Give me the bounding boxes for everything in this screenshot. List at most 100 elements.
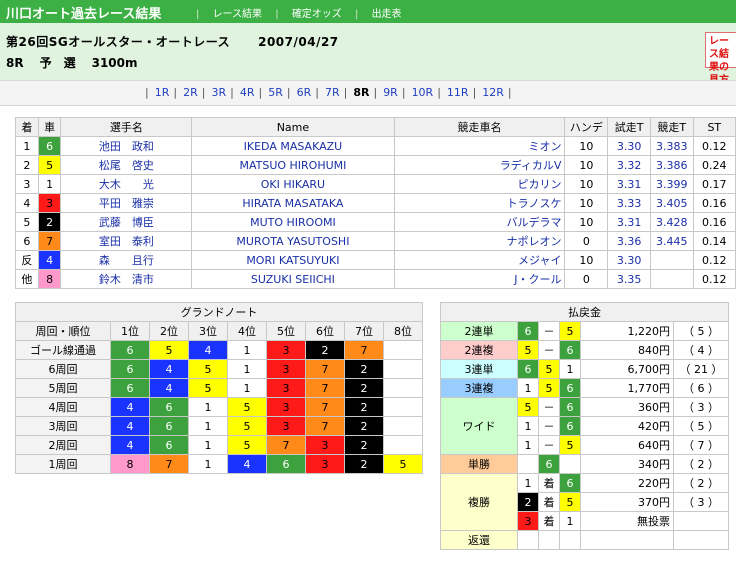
- race-nav-item-10r[interactable]: 10R: [412, 86, 434, 99]
- race-nav-item-5r[interactable]: 5R: [268, 86, 283, 99]
- results-table: 着 車 選手名 Name 競走車名 ハンデ 試走T 競走T ST 1 6 池田 政和…: [15, 117, 736, 289]
- lap-position-car: 3: [266, 359, 306, 379]
- payout-combination: －: [538, 435, 560, 455]
- result-trial-time: 3.35: [607, 269, 651, 289]
- result-car: 3: [37, 193, 62, 213]
- lap-position-car: 5: [149, 340, 189, 360]
- result-trial-time: 3.31: [607, 174, 651, 194]
- result-rider-roman: MUTO HIROOMI: [191, 212, 395, 232]
- payout-combination: 6: [559, 340, 581, 360]
- result-row: 3 1 大木 光 OKI HIKARU ピカリン 10 3.31 3.399 0.17: [15, 174, 736, 194]
- result-trial-time: 3.30: [607, 250, 651, 270]
- result-race-time: 3.445: [649, 231, 694, 251]
- race-nav-item-3r[interactable]: 3R: [211, 86, 226, 99]
- race-nav: | 1R | 2R | 3R | 4R | 5R | 6R | 7R | 8R | 9R | 10R | 11R | 12R |: [0, 80, 736, 106]
- payout-popularity: （ 3 ）: [673, 397, 729, 417]
- col-position-5: 5位: [266, 321, 306, 341]
- payout-amount: 6,700円: [580, 359, 674, 379]
- lap-position-car: 4: [110, 397, 150, 417]
- lap-position-car: 5: [227, 435, 267, 455]
- race-nav-separator: |: [343, 86, 348, 99]
- nav-separator: |: [275, 9, 279, 20]
- col-position-8: 8位: [383, 321, 423, 341]
- col-racetime: 競走T: [649, 117, 694, 137]
- result-car: 6: [37, 136, 62, 156]
- lap-position-car: 7: [305, 378, 345, 398]
- race-nav-item-12r[interactable]: 12R: [482, 86, 504, 99]
- race-nav-items: | 1R | 2R | 3R | 4R | 5R | 6R | 7R | 8R | 9R | 10R | 11R | 12R |: [145, 86, 518, 99]
- lap-position-car: 1: [188, 435, 228, 455]
- result-trial-time: 3.31: [607, 212, 651, 232]
- grand-note-table: グランドノート 周回・順位 1位 2位 3位 4位 5位 6位 7位 8位 ゴール線通過 6 5 4 1…: [15, 302, 423, 474]
- lap-position-car: 4: [149, 359, 189, 379]
- lap-position-car: 8: [110, 454, 150, 474]
- result-rider-roman: MORI KATSUYUKI: [191, 250, 395, 270]
- bet-type: 複勝: [440, 473, 518, 531]
- result-trial-time: 3.36: [607, 231, 651, 251]
- lap-position-car: 6: [149, 435, 189, 455]
- result-trial-time: 3.30: [607, 136, 651, 156]
- lap-position-car: 7: [149, 454, 189, 474]
- payout-row: 3連単 6 5 1 6,700円（ 21 ）: [440, 359, 729, 379]
- payout-combination: 5: [517, 397, 539, 417]
- result-race-time: 3.383: [649, 136, 694, 156]
- payout-popularity: （ 2 ）: [673, 473, 729, 493]
- col-position-3: 3位: [188, 321, 228, 341]
- result-handicap: 10: [564, 250, 609, 270]
- payout-combination: 6: [559, 473, 581, 493]
- lap-position-car: 1: [227, 359, 267, 379]
- result-rider-roman: SUZUKI SEIICHI: [191, 269, 395, 289]
- nav-separator: |: [196, 9, 200, 20]
- race-nav-separator: |: [258, 86, 263, 99]
- lap-position-car: 5: [227, 416, 267, 436]
- nav-confirmed-odds[interactable]: 確定オッズ: [292, 9, 342, 20]
- race-nav-item-9r[interactable]: 9R: [383, 86, 398, 99]
- result-race-time: [649, 269, 694, 289]
- race-nav-item-6r[interactable]: 6R: [297, 86, 312, 99]
- race-nav-item-11r[interactable]: 11R: [447, 86, 469, 99]
- result-race-time: 3.405: [649, 193, 694, 213]
- result-rider-roman: OKI HIKARU: [191, 174, 395, 194]
- lap-label: ゴール線通過: [15, 340, 111, 360]
- payout-combination: 6: [517, 321, 539, 341]
- payout-combination: 5: [538, 359, 560, 379]
- payout-amount: 420円: [580, 416, 674, 436]
- payout-combination: [538, 530, 560, 550]
- payout-amount: 640円: [580, 435, 674, 455]
- grand-note-title: グランドノート: [15, 302, 423, 322]
- result-rider-name: 森 且行: [60, 250, 193, 270]
- nav-race-result[interactable]: レース結果: [213, 9, 263, 20]
- result-start-time: 0.12: [692, 269, 736, 289]
- lap-position-car: 2: [344, 397, 384, 417]
- payout-amount: 370円: [580, 492, 674, 512]
- lap-position-car: 4: [149, 378, 189, 398]
- bet-type: ワイド: [440, 397, 518, 455]
- bet-type: 返還: [440, 530, 518, 550]
- col-lap: 周回・順位: [15, 321, 111, 341]
- lap-position-car: [383, 397, 423, 417]
- nav-entry-list[interactable]: 出走表: [372, 9, 402, 20]
- top-nav: | レース結果 | 確定オッズ | 出走表: [196, 5, 412, 20]
- race-nav-item-7r[interactable]: 7R: [325, 86, 340, 99]
- result-handicap: 10: [564, 155, 609, 175]
- col-machine: 競走車名: [393, 117, 566, 137]
- race-nav-item-4r[interactable]: 4R: [240, 86, 255, 99]
- lap-position-car: 1: [227, 378, 267, 398]
- race-nav-item-2r[interactable]: 2R: [183, 86, 198, 99]
- payout-amount: [580, 530, 674, 550]
- race-nav-item-1r[interactable]: 1R: [155, 86, 170, 99]
- payout-row: 3連複 1 5 6 1,770円（ 6 ）: [440, 378, 729, 398]
- payout-combination: 6: [559, 397, 581, 417]
- result-machine: ナポレオン: [393, 231, 566, 251]
- lap-position-car: 3: [266, 416, 306, 436]
- guide-link[interactable]: レース結果の見方: [705, 32, 736, 86]
- lap-position-car: 7: [305, 416, 345, 436]
- result-trial-time: 3.32: [607, 155, 651, 175]
- result-rider-roman: MUROTA YASUTOSHI: [191, 231, 395, 251]
- lap-row: 3周回 4 6 1 5 3 7 2: [15, 416, 423, 436]
- lap-position-car: 2: [344, 454, 384, 474]
- race-nav-separator: |: [201, 86, 206, 99]
- payout-row: 複勝 1 着 6 220円（ 2 ）: [440, 473, 729, 531]
- lap-position-car: 7: [305, 397, 345, 417]
- lap-position-car: 6: [266, 454, 306, 474]
